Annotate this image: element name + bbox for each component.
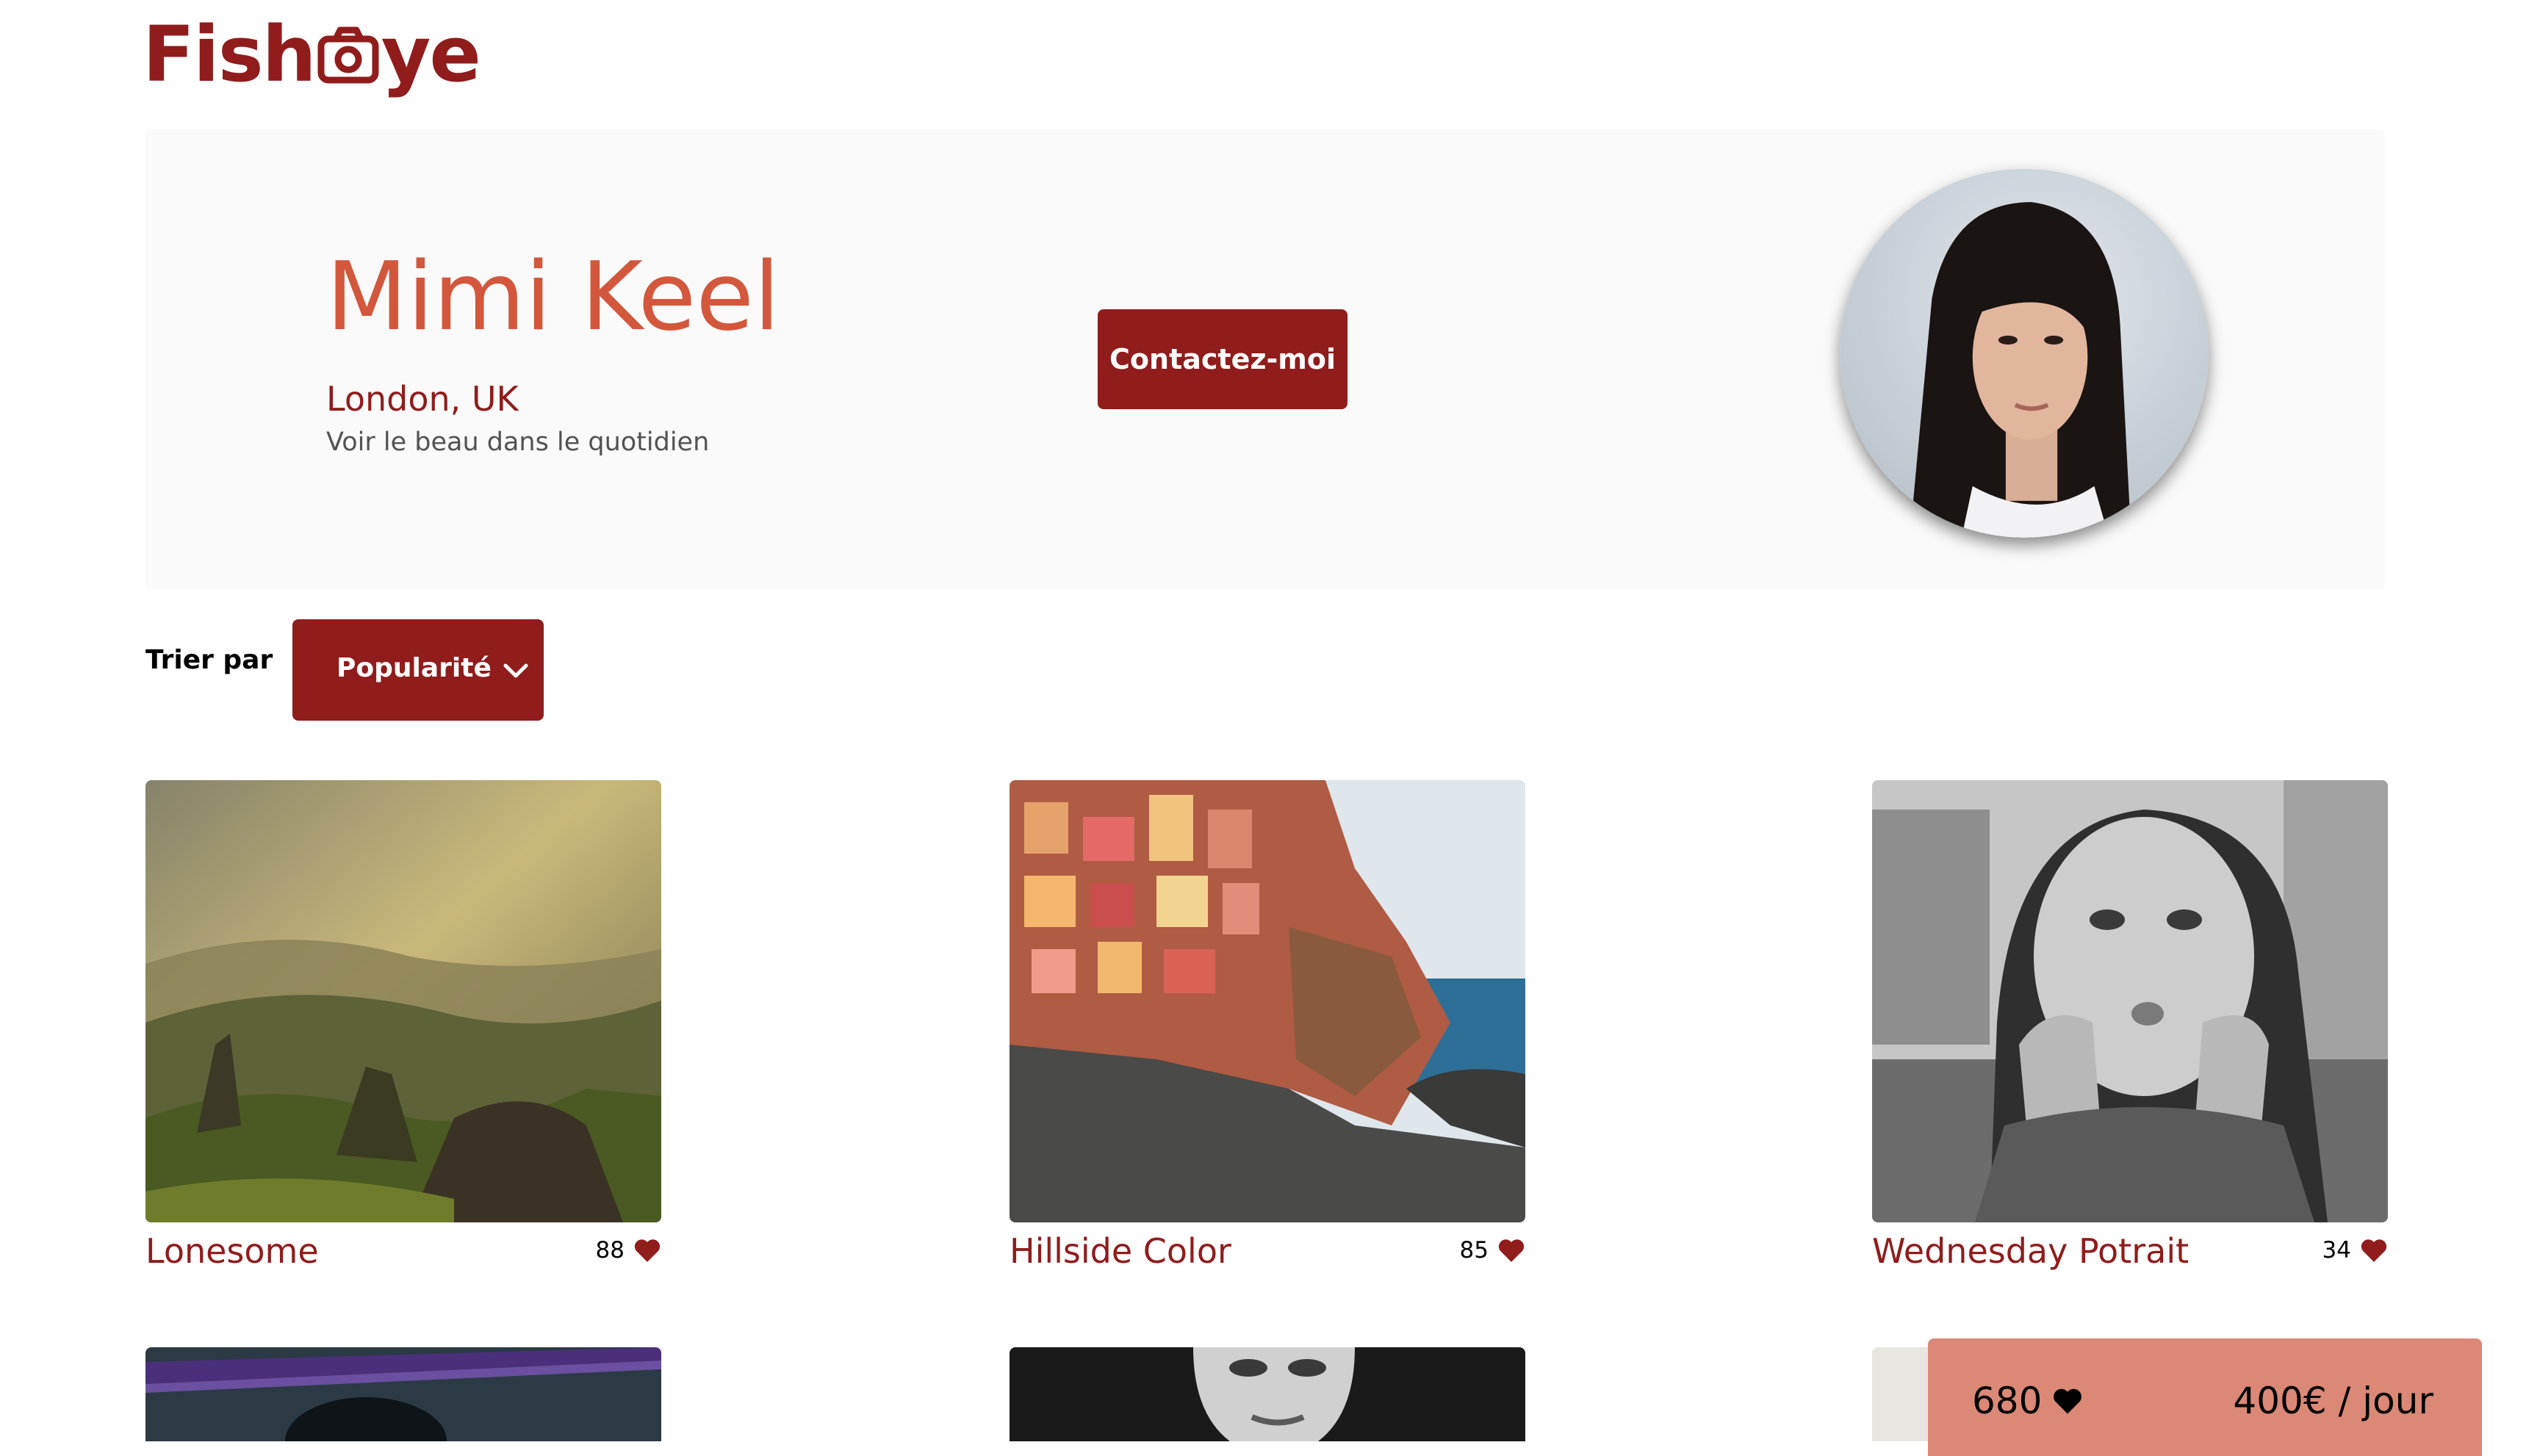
like-count: 88 — [595, 1237, 625, 1264]
photographer-avatar — [1840, 169, 2209, 538]
media-card: Wednesday Potrait 34 — [1872, 780, 2388, 1280]
photographer-name: Mimi Keel — [326, 242, 780, 352]
heart-icon[interactable] — [1497, 1237, 1525, 1264]
media-thumbnail[interactable] — [145, 1347, 661, 1441]
sort-selected-value: Popularité — [337, 653, 492, 683]
logo-text-right: ye — [381, 10, 481, 99]
fisheye-logo[interactable]: Fish ye — [143, 10, 481, 99]
logo-text-left: Fish — [143, 10, 317, 99]
media-title: Lonesome — [145, 1231, 319, 1271]
sort-dropdown[interactable]: Popularité — [292, 619, 544, 721]
camera-icon — [317, 26, 379, 84]
sort-label: Trier par — [145, 645, 273, 675]
media-card: Lonesome 88 — [145, 780, 661, 1280]
heart-icon[interactable] — [2360, 1237, 2388, 1264]
media-likes: 88 — [596, 1237, 661, 1264]
like-count: 34 — [2322, 1237, 2351, 1264]
media-title: Wednesday Potrait — [1872, 1231, 2189, 1271]
media-thumbnail[interactable] — [1010, 1347, 1525, 1441]
contact-button[interactable]: Contactez-moi — [1098, 309, 1347, 409]
photographer-header: Mimi Keel London, UK Voir le beau dans l… — [145, 129, 2385, 589]
heart-icon — [2054, 1388, 2082, 1414]
likes-price-summary: 680 400€ / jour — [1928, 1338, 2482, 1456]
media-likes: 34 — [2322, 1237, 2388, 1264]
heart-icon[interactable] — [633, 1237, 661, 1264]
photographer-tagline: Voir le beau dans le quotidien — [326, 428, 710, 457]
total-likes-count: 680 — [1972, 1380, 2043, 1422]
chevron-down-icon — [503, 663, 528, 678]
daily-price: 400€ / jour — [2233, 1380, 2433, 1422]
media-thumbnail[interactable] — [1010, 780, 1525, 1222]
media-likes: 85 — [1460, 1237, 1525, 1264]
media-title: Hillside Color — [1010, 1231, 1231, 1271]
media-thumbnail[interactable] — [145, 780, 661, 1222]
photographer-location: London, UK — [326, 379, 519, 419]
media-card: Hillside Color 85 — [1010, 780, 1525, 1280]
total-likes: 680 — [1972, 1380, 2083, 1422]
like-count: 85 — [1459, 1237, 1489, 1264]
media-thumbnail[interactable] — [1872, 780, 2388, 1222]
media-card — [145, 1347, 661, 1441]
media-card — [1010, 1347, 1525, 1441]
